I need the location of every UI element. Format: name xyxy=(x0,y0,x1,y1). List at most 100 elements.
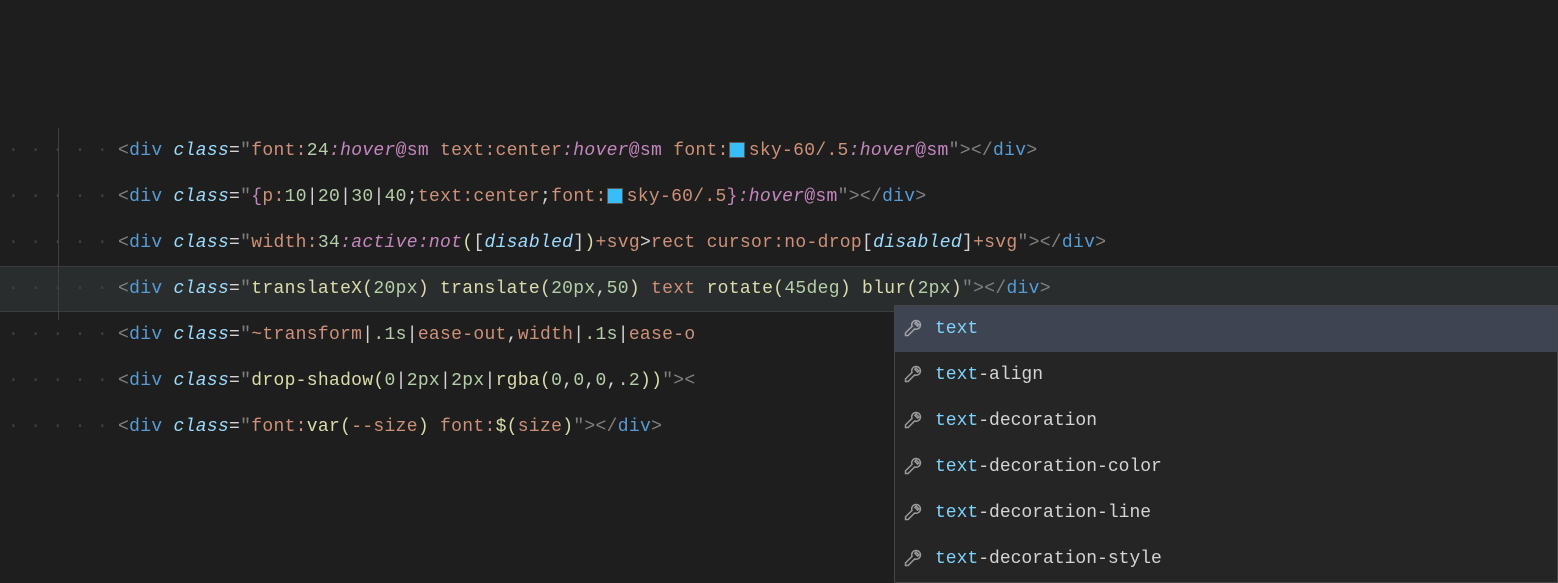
token: ease-o xyxy=(629,325,696,345)
token: | xyxy=(373,187,384,207)
token: 20px xyxy=(551,279,595,299)
autocomplete-label: text-align xyxy=(935,365,1043,385)
token: drop-shadow xyxy=(251,371,373,391)
token: " xyxy=(240,141,251,161)
token: > xyxy=(1040,279,1051,299)
token: = xyxy=(229,141,240,161)
token: div xyxy=(129,233,162,253)
token: class xyxy=(174,417,230,437)
token xyxy=(429,279,440,299)
token: rotate xyxy=(707,279,774,299)
token: | xyxy=(307,187,318,207)
token: </ xyxy=(860,187,882,207)
token xyxy=(851,279,862,299)
autocomplete-item[interactable]: text-decoration-color xyxy=(895,444,1557,490)
token: , xyxy=(607,371,618,391)
token: div xyxy=(129,187,162,207)
token: sky-60/.5 xyxy=(627,187,727,207)
token: > xyxy=(1029,233,1040,253)
token: | xyxy=(407,325,418,345)
token: " xyxy=(240,233,251,253)
token: ) xyxy=(651,371,662,391)
code-line[interactable]: · · · · · <div class="{p:10|20|30|40;tex… xyxy=(0,174,1558,220)
code-content[interactable]: <div class="translateX(20px) translate(2… xyxy=(118,279,1051,299)
color-swatch xyxy=(607,188,623,204)
token: 30 xyxy=(351,187,373,207)
token: ) xyxy=(418,279,429,299)
token: --size xyxy=(351,417,418,437)
token: ] xyxy=(573,233,584,253)
token: .2 xyxy=(618,371,640,391)
code-content[interactable]: <div class="font:var(--size) font:$(size… xyxy=(118,417,662,437)
code-content[interactable]: <div class="~transform|.1s|ease-out,widt… xyxy=(118,325,695,345)
token: = xyxy=(229,325,240,345)
token: @sm xyxy=(629,141,662,161)
token: " xyxy=(240,371,251,391)
token: " xyxy=(240,187,251,207)
autocomplete-popup[interactable]: text text-align text-decoration text-decora… xyxy=(894,305,1558,583)
token: " xyxy=(838,187,849,207)
indent-guide xyxy=(58,128,59,320)
code-content[interactable]: <div class="width:34:active:not([disable… xyxy=(118,233,1106,253)
token: rgba xyxy=(496,371,540,391)
token: ) xyxy=(951,279,962,299)
token: </ xyxy=(1040,233,1062,253)
code-line[interactable]: · · · · · <div class="font:24:hover@sm t… xyxy=(0,128,1558,174)
code-content[interactable]: <div class="font:24:hover@sm text:center… xyxy=(118,141,1037,161)
token xyxy=(640,279,651,299)
autocomplete-label: text-decoration xyxy=(935,411,1097,431)
token: div xyxy=(129,325,162,345)
autocomplete-item[interactable]: text-decoration-style xyxy=(895,536,1557,582)
token: < xyxy=(684,371,695,391)
autocomplete-label: text-decoration-style xyxy=(935,549,1162,569)
code-line[interactable]: · · · · · <div class="width:34:active:no… xyxy=(0,220,1558,266)
token: class xyxy=(174,141,230,161)
token: > xyxy=(960,141,971,161)
token: text:center xyxy=(418,187,540,207)
token: ( xyxy=(906,279,917,299)
token: blur xyxy=(862,279,906,299)
token xyxy=(162,371,173,391)
wrench-icon xyxy=(903,318,925,340)
token xyxy=(162,325,173,345)
indent-whitespace: · · · · · xyxy=(0,417,118,437)
token: " xyxy=(949,141,960,161)
code-content[interactable]: <div class="{p:10|20|30|40;text:center;f… xyxy=(118,187,926,207)
token: " xyxy=(573,417,584,437)
token: width xyxy=(518,325,574,345)
autocomplete-label: text xyxy=(935,319,978,339)
code-content[interactable]: <div class="drop-shadow(0|2px|2px|rgba(0… xyxy=(118,371,696,391)
token: +svg xyxy=(973,233,1017,253)
token xyxy=(429,141,440,161)
token xyxy=(162,417,173,437)
wrench-icon xyxy=(903,548,925,570)
token: < xyxy=(118,417,129,437)
autocomplete-item[interactable]: text-decoration xyxy=(895,398,1557,444)
token: cursor:no-drop xyxy=(707,233,862,253)
autocomplete-item[interactable]: text-decoration-line xyxy=(895,490,1557,536)
token: text:center xyxy=(440,141,562,161)
autocomplete-item[interactable]: text xyxy=(895,306,1557,352)
autocomplete-item[interactable]: text-align xyxy=(895,352,1557,398)
token: div xyxy=(129,371,162,391)
token: " xyxy=(240,417,251,437)
token: div xyxy=(129,141,162,161)
token: font: xyxy=(251,141,307,161)
token: class xyxy=(174,187,230,207)
token: 0 xyxy=(385,371,396,391)
wrench-icon xyxy=(903,456,925,478)
token: p: xyxy=(262,187,284,207)
indent-whitespace: · · · · · xyxy=(0,371,118,391)
token: ( xyxy=(340,417,351,437)
autocomplete-label: text-decoration-line xyxy=(935,503,1151,523)
token: disabled xyxy=(484,233,573,253)
token: | xyxy=(362,325,373,345)
token: </ xyxy=(971,141,993,161)
token: > xyxy=(673,371,684,391)
token: " xyxy=(1017,233,1028,253)
token: div xyxy=(1006,279,1039,299)
token: </ xyxy=(984,279,1006,299)
token: ) xyxy=(418,417,429,437)
token: " xyxy=(240,279,251,299)
token: translate xyxy=(440,279,540,299)
